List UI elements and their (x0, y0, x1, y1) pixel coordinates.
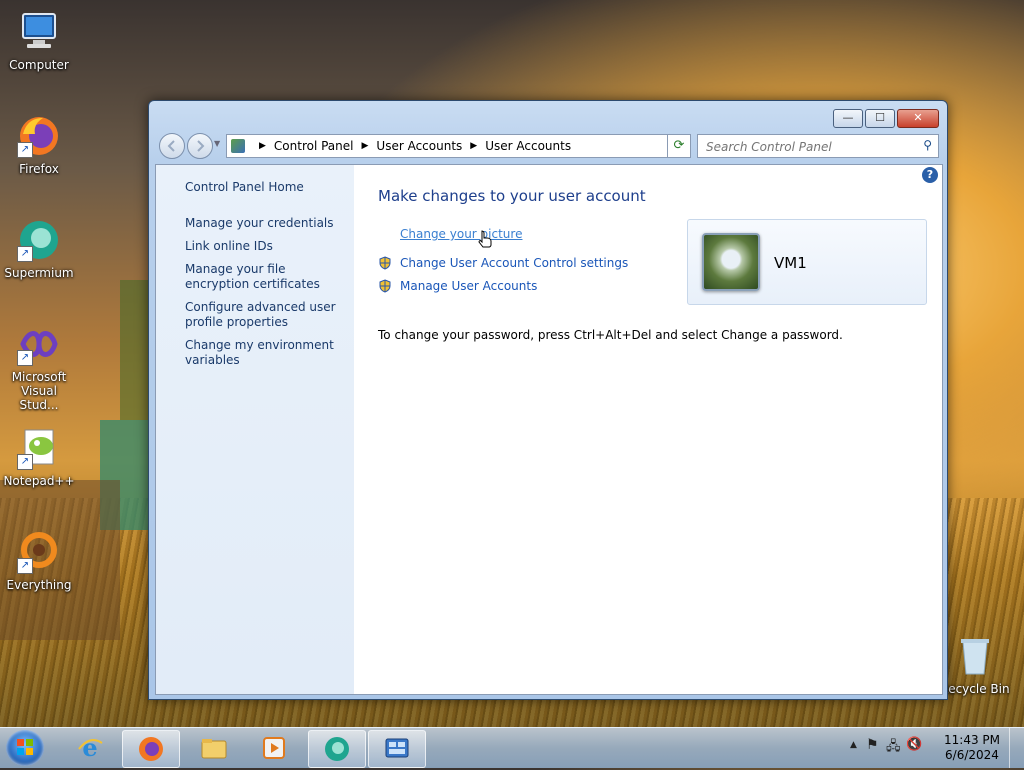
sidebar-link-environment-variables[interactable]: Change my environment variables (185, 338, 345, 368)
control-panel-window: — ☐ ✕ ▼ ▶ Control Panel ▶ User Accounts … (148, 100, 948, 700)
sidebar-link-manage-credentials[interactable]: Manage your credentials (185, 216, 345, 231)
notepadpp-icon: ↗ (17, 426, 61, 470)
supermium-icon (325, 737, 349, 761)
firefox-icon: ↗ (17, 114, 61, 158)
desktop-icon-label: Supermium (4, 266, 74, 280)
internet-explorer-icon: e (78, 735, 103, 761)
recycle-bin-icon (953, 634, 997, 678)
maximize-button[interactable]: ☐ (865, 109, 895, 128)
firefox-icon (139, 737, 163, 761)
recent-pages-dropdown[interactable]: ▼ (214, 139, 220, 148)
shortcut-arrow-icon: ↗ (17, 142, 33, 158)
breadcrumb-user-accounts-current[interactable]: User Accounts (485, 139, 571, 153)
sidebar-link-control-panel-home[interactable]: Control Panel Home (185, 180, 345, 195)
uac-shield-icon (379, 279, 391, 293)
uac-shield-icon (379, 256, 391, 270)
breadcrumb-separator-icon[interactable]: ▶ (259, 141, 266, 151)
clock-date: 6/6/2024 (945, 748, 999, 762)
taskbar-media-player[interactable] (246, 730, 302, 766)
desktop-icon-label: Notepad++ (3, 474, 75, 488)
breadcrumb-user-accounts[interactable]: User Accounts (376, 139, 462, 153)
refresh-button[interactable]: ⟳ (667, 134, 691, 158)
supermium-icon: ↗ (17, 218, 61, 262)
taskbar: e ▲ ⚑ 🖧 🔇 11:43 PM 6/6/2024 (0, 727, 1024, 768)
windows-logo-icon (17, 739, 33, 755)
desktop-icon-notepadpp[interactable]: ↗ Notepad++ (1, 426, 77, 488)
minimize-button[interactable]: — (833, 109, 863, 128)
desktop-icon-visual-studio[interactable]: ↗ Microsoft Visual Stud... (1, 322, 77, 412)
shortcut-arrow-icon: ↗ (17, 246, 33, 262)
volume-muted-icon[interactable]: 🔇 (906, 737, 922, 752)
password-note: To change your password, press Ctrl+Alt+… (378, 328, 843, 342)
address-bar[interactable]: ▶ Control Panel ▶ User Accounts ▶ User A… (226, 134, 691, 158)
taskbar-internet-explorer[interactable]: e (62, 730, 118, 766)
page-title: Make changes to your user account (378, 187, 646, 205)
sidebar-link-advanced-profile[interactable]: Configure advanced user profile properti… (185, 300, 345, 330)
computer-icon (17, 10, 61, 54)
explorer-icon (201, 739, 227, 759)
media-player-icon (263, 737, 285, 759)
user-name: VM1 (774, 254, 807, 272)
manage-user-accounts-link[interactable]: Manage User Accounts (400, 279, 537, 293)
visual-studio-icon: ↗ (17, 322, 61, 366)
change-picture-link[interactable]: Change your picture (400, 227, 522, 241)
network-icon[interactable]: 🖧 (886, 737, 901, 759)
user-picture[interactable] (702, 233, 760, 291)
svg-text:e: e (82, 735, 97, 761)
taskbar-explorer[interactable] (186, 730, 242, 766)
sidebar: Control Panel Home Manage your credentia… (156, 165, 354, 694)
desktop-icon-supermium[interactable]: ↗ Supermium (1, 218, 77, 280)
desktop-icon-label: Computer (9, 58, 69, 72)
control-panel-icon (385, 738, 409, 758)
show-desktop-button[interactable] (1009, 728, 1024, 768)
taskbar-supermium[interactable] (308, 730, 366, 768)
system-tray: ▲ ⚑ 🖧 🔇 11:43 PM 6/6/2024 (844, 728, 1024, 768)
forward-button[interactable] (187, 133, 213, 159)
search-input[interactable] (704, 137, 913, 157)
search-icon[interactable]: ⚲ (923, 138, 932, 152)
window-controls: — ☐ ✕ (833, 109, 939, 128)
action-center-flag-icon[interactable]: ⚑ (866, 737, 879, 753)
breadcrumb-control-panel[interactable]: Control Panel (274, 139, 354, 153)
hand-cursor-icon (478, 230, 492, 248)
back-arrow-icon (167, 140, 175, 152)
desktop-icon-label: Recycle Bin (940, 682, 1010, 696)
desktop-icon-label: Firefox (19, 162, 59, 176)
desktop-icon-recycle-bin[interactable]: Recycle Bin (937, 634, 1013, 696)
wallpaper-block (120, 280, 150, 420)
refresh-icon: ⟳ (673, 138, 685, 153)
main-panel: ? Make changes to your user account Chan… (354, 165, 942, 694)
desktop-icon-computer[interactable]: Computer (1, 10, 77, 72)
search-box[interactable]: ⚲ (697, 134, 939, 158)
content-area: Control Panel Home Manage your credentia… (155, 164, 943, 695)
clock[interactable]: 11:43 PM 6/6/2024 (944, 733, 1000, 763)
shortcut-arrow-icon: ↗ (17, 454, 33, 470)
start-button[interactable] (6, 730, 44, 766)
user-account-tile: VM1 (687, 219, 927, 305)
shortcut-arrow-icon: ↗ (17, 558, 33, 574)
close-button[interactable]: ✕ (897, 109, 939, 128)
help-icon[interactable]: ? (922, 167, 938, 183)
clock-time: 11:43 PM (944, 733, 1000, 747)
desktop-icon-label: Microsoft Visual Stud... (11, 370, 67, 412)
sidebar-link-file-encryption[interactable]: Manage your file encryption certificates (185, 262, 345, 292)
back-button[interactable] (159, 133, 185, 159)
everything-icon: ↗ (17, 530, 61, 574)
sidebar-link-online-ids[interactable]: Link online IDs (185, 239, 345, 254)
show-hidden-icons-button[interactable]: ▲ (850, 740, 857, 750)
desktop-icon-firefox[interactable]: ↗ Firefox (1, 114, 77, 176)
breadcrumb-separator-icon[interactable]: ▶ (470, 141, 477, 151)
taskbar-firefox[interactable] (122, 730, 180, 768)
desktop-icon-everything[interactable]: ↗ Everything (1, 530, 77, 592)
control-panel-icon (231, 139, 245, 153)
breadcrumb-separator-icon[interactable]: ▶ (362, 141, 369, 151)
shortcut-arrow-icon: ↗ (17, 350, 33, 366)
uac-settings-link[interactable]: Change User Account Control settings (400, 256, 628, 270)
desktop-icon-label: Everything (6, 578, 72, 592)
navigation-bar: ▼ ▶ Control Panel ▶ User Accounts ▶ User… (157, 133, 939, 159)
forward-arrow-icon (197, 140, 205, 152)
taskbar-control-panel[interactable] (368, 730, 426, 768)
